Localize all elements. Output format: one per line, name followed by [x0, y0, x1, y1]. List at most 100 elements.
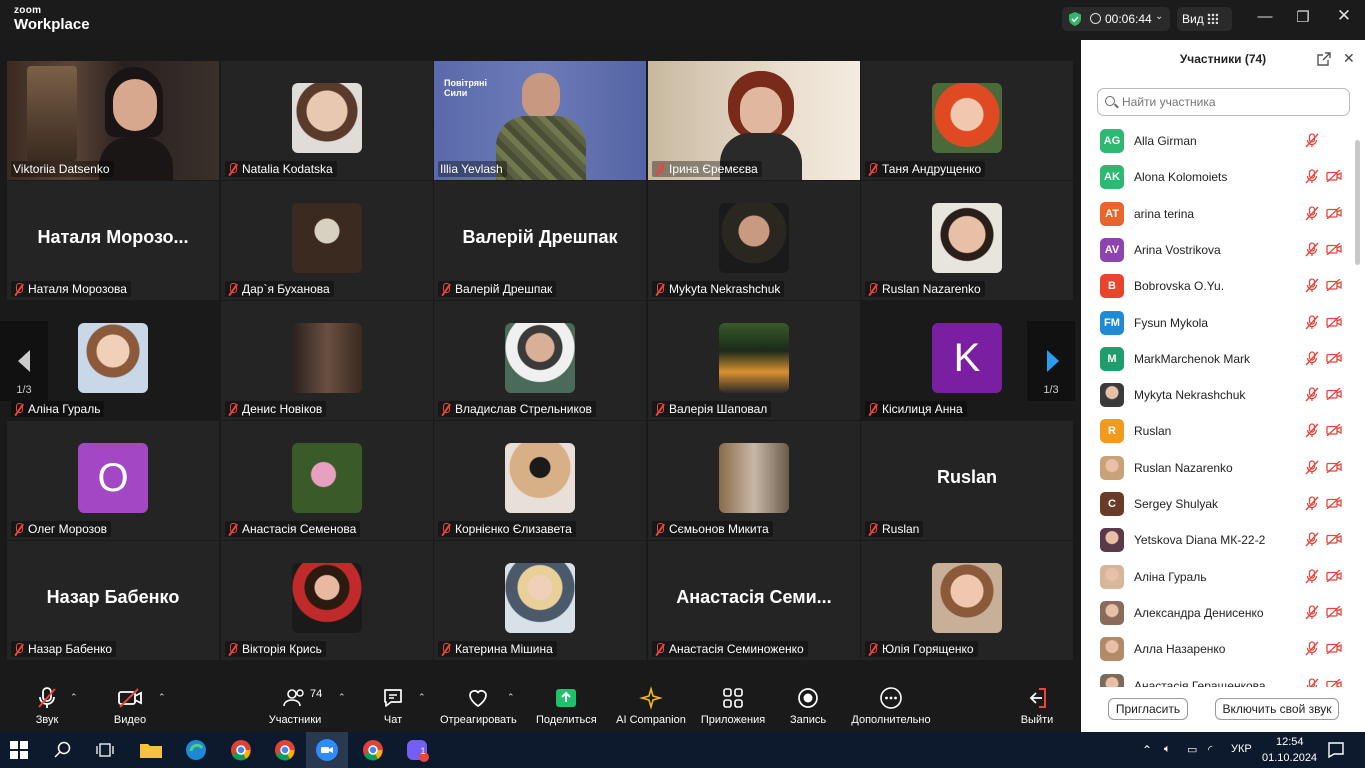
participant-tile[interactable]: Вікторія Крись	[221, 541, 433, 660]
participant-avatar: C	[1100, 492, 1124, 516]
audio-options-caret[interactable]: ⌃	[70, 692, 78, 703]
audio-button[interactable]: Звук	[30, 686, 64, 726]
chrome-icon[interactable]	[228, 737, 254, 763]
chat-options-caret[interactable]: ⌃	[418, 692, 426, 703]
scrollbar[interactable]	[1355, 140, 1360, 265]
participant-tile[interactable]: Ruslan Ruslan	[861, 421, 1073, 540]
apps-button[interactable]: Приложения	[700, 686, 766, 726]
meeting-toolbar: Звук ⌃ Видео ⌃ 74 Участники ⌃ Чат ⌃ Отре…	[0, 680, 1080, 732]
participant-name: Ruslan	[865, 521, 924, 537]
participant-tile[interactable]: Наталя Морозо... Наталя Морозова	[7, 181, 219, 300]
video-off-icon	[1326, 642, 1342, 655]
participant-row[interactable]: R Ruslan	[1081, 412, 1353, 448]
more-button[interactable]: Дополнительно	[850, 686, 932, 726]
search-icon[interactable]	[54, 741, 72, 759]
participant-tile[interactable]: Viktoriia Datsenko	[7, 61, 219, 180]
next-page-button[interactable]: 1/3	[1027, 321, 1075, 401]
popout-icon[interactable]	[1317, 52, 1331, 66]
participant-tile[interactable]: Назар Бабенко Назар Бабенко	[7, 541, 219, 660]
share-label: Поделиться	[536, 714, 597, 726]
participant-tile[interactable]: Повітряні Сили Illia Yevlash	[434, 61, 646, 180]
view-button[interactable]: Вид	[1177, 7, 1232, 31]
participant-row[interactable]: AK Alona Kolomoiets	[1081, 158, 1353, 194]
unmute-myself-button[interactable]: Включить свой звук	[1215, 698, 1339, 720]
participant-tile[interactable]: Таня Андрущенко	[861, 61, 1073, 180]
mic-muted-icon	[1305, 423, 1319, 438]
ai-companion-button[interactable]: AI Companion	[616, 686, 686, 726]
participant-tile[interactable]: Сємьонов Микита	[648, 421, 860, 540]
chrome-profile-icon[interactable]	[360, 737, 386, 763]
more-label: Дополнительно	[851, 714, 931, 726]
participant-row[interactable]: AV Arina Vostrikova	[1081, 231, 1353, 267]
participant-name: Ірина Єремєєва	[652, 161, 762, 177]
search-input[interactable]: Найти участника	[1097, 88, 1350, 116]
participants-button[interactable]: 74 Участники	[266, 686, 324, 726]
share-button[interactable]: Поделиться	[536, 686, 597, 726]
close-window-button[interactable]: ✕	[1329, 6, 1359, 26]
windows-start-icon[interactable]	[10, 741, 28, 759]
chrome-profile-icon[interactable]	[272, 737, 298, 763]
participant-avatar	[1100, 383, 1124, 408]
participant-tile[interactable]: Natalia Kodatska	[221, 61, 433, 180]
restore-button[interactable]: ❐	[1288, 8, 1318, 26]
edge-icon[interactable]	[183, 737, 209, 763]
participant-row[interactable]: Алла Назаренко	[1081, 630, 1353, 666]
file-explorer-icon[interactable]	[138, 737, 164, 763]
wifi-icon[interactable]: ◜	[1208, 743, 1212, 756]
participant-tile[interactable]: Анастасія Семенова	[221, 421, 433, 540]
close-panel-button[interactable]: ✕	[1343, 50, 1355, 67]
participant-tile[interactable]: Дар`я Буханова	[221, 181, 433, 300]
volume-icon[interactable]: 🔈︎	[1164, 743, 1171, 756]
video-button[interactable]: Видео	[110, 686, 150, 726]
record-button[interactable]: Запись	[790, 686, 826, 726]
participant-row[interactable]: FM Fysun Mykola	[1081, 304, 1353, 340]
video-off-icon	[1326, 242, 1342, 255]
participant-row[interactable]: AT arina terina	[1081, 195, 1353, 231]
participant-tile[interactable]: Катерина Мішина	[434, 541, 646, 660]
participant-photo	[292, 563, 362, 633]
participant-tile[interactable]: Юлія Горященко	[861, 541, 1073, 660]
mic-muted-icon	[1305, 568, 1319, 584]
participant-tile[interactable]: O Олег Морозов	[7, 421, 219, 540]
participant-row[interactable]: Mykyta Nekrashchuk	[1081, 376, 1353, 412]
participant-tile[interactable]: Ruslan Nazarenko	[861, 181, 1073, 300]
react-options-caret[interactable]: ⌃	[507, 692, 515, 703]
participant-row[interactable]: Аліна Гураль	[1081, 558, 1353, 594]
participant-tile[interactable]: Анастасія Семи... Анастасія Семиноженко	[648, 541, 860, 660]
participant-row[interactable]: Анастасія Геращенкова	[1081, 667, 1353, 687]
participant-tile[interactable]: Корнієнко Єлизавета	[434, 421, 646, 540]
participant-tile[interactable]: Валерія Шаповал	[648, 301, 860, 420]
participant-tile[interactable]: Ірина Єремєєва	[648, 61, 860, 180]
participant-row[interactable]: AG Alla Girman	[1081, 122, 1353, 158]
participant-row[interactable]: C Sergey Shulyak	[1081, 485, 1353, 521]
video-off-icon	[1326, 388, 1342, 401]
meeting-timer-button[interactable]: 00:06:44 ⌄	[1062, 7, 1170, 31]
participant-tile[interactable]: Денис Новіков	[221, 301, 433, 420]
chat-button[interactable]: Чат	[378, 686, 408, 726]
leave-button[interactable]: Выйти	[1020, 686, 1054, 726]
participant-row[interactable]: B Bobrovska O.Yu.	[1081, 267, 1353, 303]
participant-tile[interactable]: Аліна Гураль	[7, 301, 219, 420]
notifications-icon[interactable]	[1326, 740, 1346, 760]
participant-row[interactable]: Yetskova Diana МК-22-2	[1081, 521, 1353, 557]
participant-avatar	[1100, 564, 1124, 589]
participant-row[interactable]: Александра Денисенко	[1081, 594, 1353, 630]
participant-photo	[505, 323, 575, 393]
mic-muted-icon	[1305, 169, 1319, 184]
minimize-button[interactable]: —	[1250, 8, 1280, 25]
zoom-taskbar-item[interactable]	[306, 732, 348, 768]
participants-options-caret[interactable]: ⌃	[338, 692, 346, 703]
chevron-up-icon[interactable]: ⌃	[1142, 743, 1152, 757]
battery-icon[interactable]: ▭	[1187, 743, 1197, 756]
participant-row[interactable]: Ruslan Nazarenko	[1081, 449, 1353, 485]
task-view-icon[interactable]	[96, 741, 114, 759]
participant-tile[interactable]: Валерій Дрешпак Валерій Дрешпак	[434, 181, 646, 300]
invite-button[interactable]: Пригласить	[1108, 698, 1188, 720]
participant-row[interactable]: M MarkMarchenok Mark	[1081, 340, 1353, 376]
participant-tile[interactable]: Mykyta Nekrashchuk	[648, 181, 860, 300]
language-indicator[interactable]: УКР	[1231, 743, 1252, 755]
react-button[interactable]: Отреагировать	[440, 686, 517, 726]
participants-count: 74	[310, 688, 323, 700]
video-options-caret[interactable]: ⌃	[158, 692, 166, 703]
participant-tile[interactable]: Владислав Стрельников	[434, 301, 646, 420]
